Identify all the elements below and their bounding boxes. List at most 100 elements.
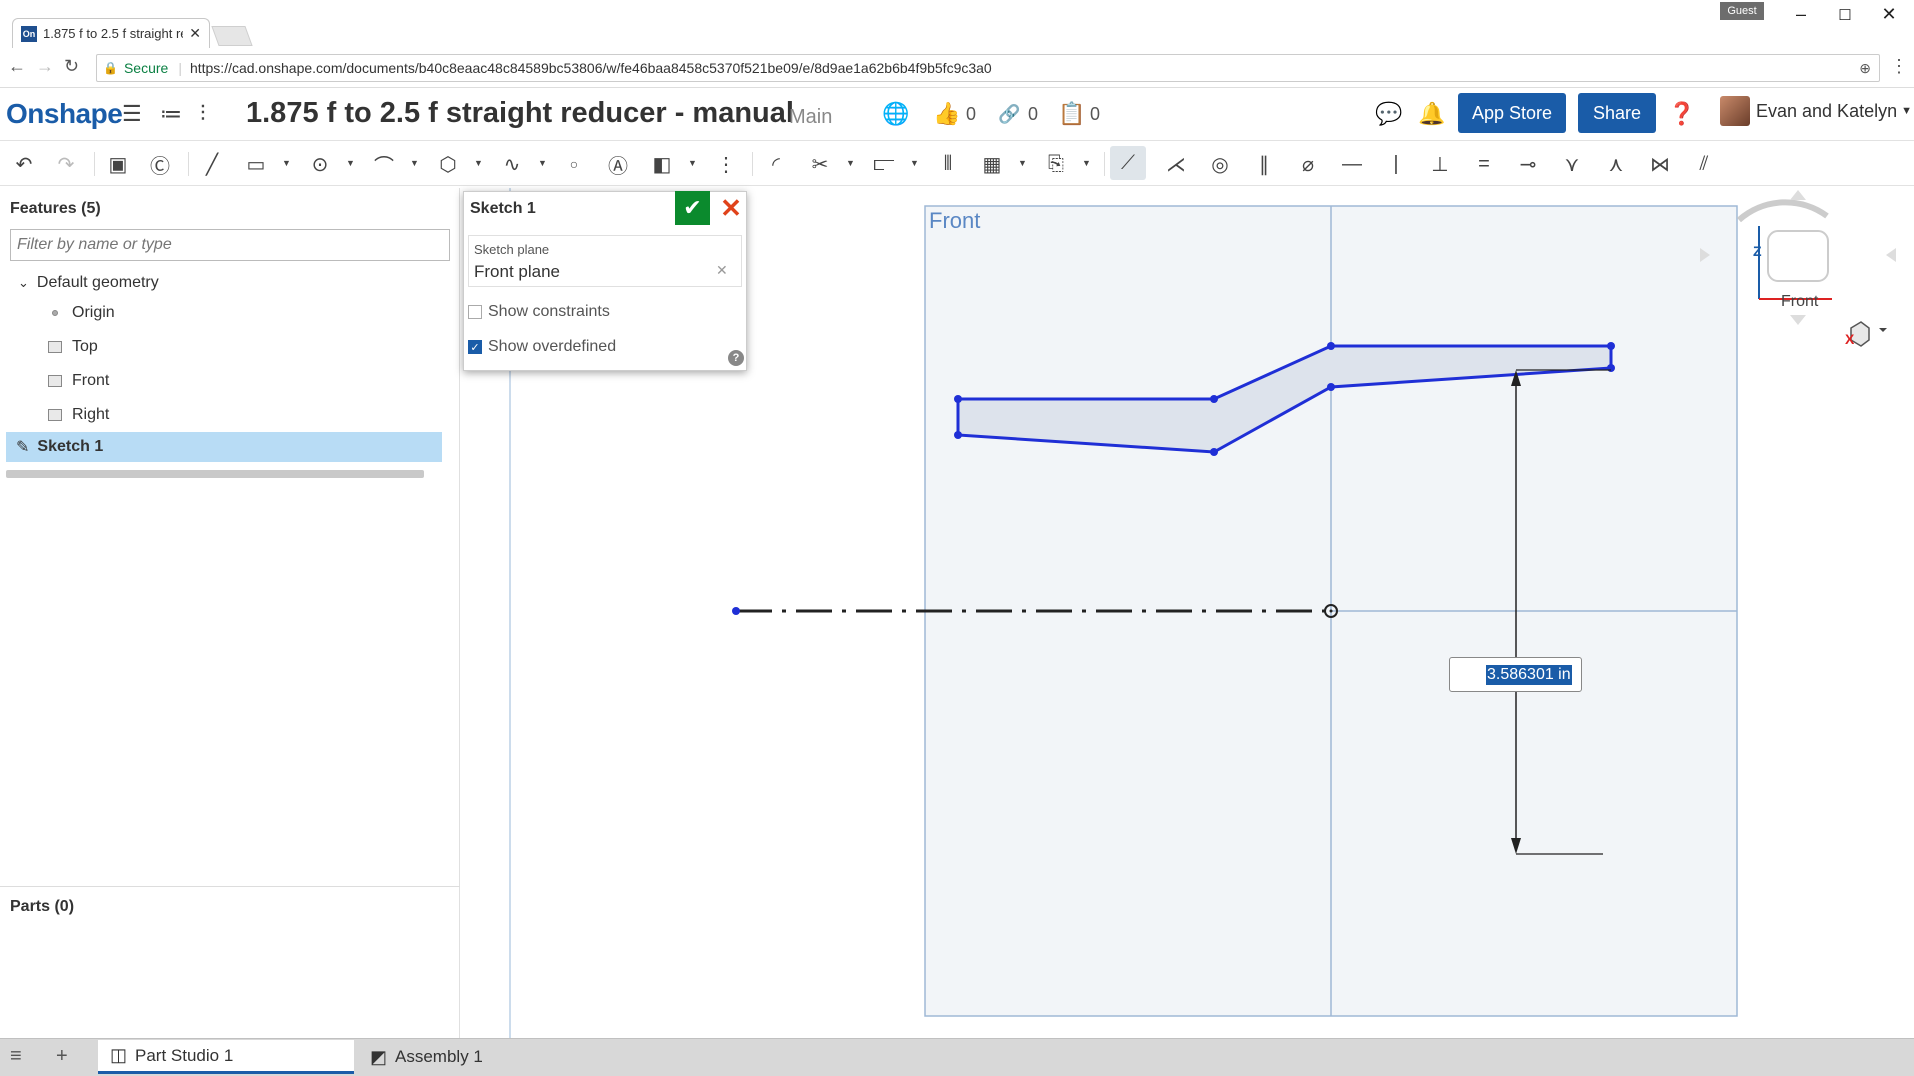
minimize-icon[interactable]: – xyxy=(1778,4,1824,25)
normal-icon[interactable]: ⋎ xyxy=(1558,150,1586,178)
back-arrow-icon[interactable]: ← xyxy=(8,56,26,77)
globe-icon[interactable]: 🌐 xyxy=(882,101,909,127)
sketch-fillet-icon[interactable]: ◜ xyxy=(762,150,790,178)
vertical-icon[interactable]: | xyxy=(1382,150,1410,178)
like-icon[interactable]: 👍 xyxy=(933,101,960,127)
centerline-endpoint xyxy=(732,607,740,615)
insert-icon[interactable]: ⫶ xyxy=(200,101,206,127)
tangent-icon[interactable]: ⌀ xyxy=(1294,150,1322,178)
text-tool-icon[interactable]: Ⓐ xyxy=(604,150,632,178)
mirror-tool-icon[interactable]: ⫴ xyxy=(934,150,962,178)
close-icon: ✕ xyxy=(720,192,742,223)
pattern-tool-icon[interactable]: ▦ xyxy=(978,150,1006,178)
browser-menu-icon[interactable]: ⋮ xyxy=(1890,56,1908,77)
tab-assembly-1[interactable]: ◩ Assembly 1 xyxy=(358,1040,618,1074)
onshape-logo[interactable]: Onshape xyxy=(6,98,123,130)
maximize-icon[interactable]: ☐ xyxy=(1822,6,1868,24)
accept-sketch-button[interactable]: ✔ xyxy=(675,191,710,225)
help-icon[interactable]: ? xyxy=(728,350,744,366)
feature-right-plane[interactable]: Right xyxy=(48,406,109,424)
plane-icon xyxy=(48,341,62,353)
link-icon[interactable]: 🔗 xyxy=(998,104,1020,125)
dxf-import-icon[interactable]: ⎘ xyxy=(1042,150,1070,178)
user-menu[interactable]: Evan and Katelyn ▼ xyxy=(1720,96,1912,126)
feature-list-icon[interactable]: ≔ xyxy=(160,101,182,127)
construction-icon[interactable]: ⋮ xyxy=(712,150,740,178)
trim-tool-icon[interactable]: ✂ xyxy=(806,150,834,178)
point-tool-icon[interactable]: ○ xyxy=(560,150,588,178)
app-store-button[interactable]: App Store xyxy=(1458,93,1566,133)
comments-icon[interactable]: 💬 xyxy=(1375,101,1402,127)
feature-sketch-1[interactable]: ✎ Sketch 1 xyxy=(6,432,442,462)
hamburger-menu-icon[interactable]: ☰ xyxy=(122,101,142,127)
origin-point-icon xyxy=(52,310,58,316)
feature-front-plane[interactable]: Front xyxy=(48,372,109,390)
browser-tab-strip: On 1.875 f to 2.5 f straight re ✕ Guest … xyxy=(0,0,1914,48)
symmetric-icon[interactable]: ⋈ xyxy=(1646,150,1674,178)
share-button[interactable]: Share xyxy=(1578,93,1656,133)
show-constraints-checkbox[interactable]: Show constraints xyxy=(468,303,610,321)
dimension-input[interactable]: 3.586301 in xyxy=(1449,657,1582,692)
link-count: 0 xyxy=(1028,104,1039,124)
feature-panel-scrollbar[interactable] xyxy=(6,470,424,478)
arc-tool-icon[interactable]: ⌒ xyxy=(370,150,398,178)
sketch-plane-label: Sketch plane xyxy=(474,242,550,257)
default-geometry-label: Default geometry xyxy=(36,274,159,291)
branch-label[interactable]: Main xyxy=(789,106,832,129)
spline-tool-icon[interactable]: ∿ xyxy=(498,150,526,178)
copy-icon[interactable]: 📋 xyxy=(1058,101,1085,127)
zoom-icon[interactable]: ⊕ xyxy=(1859,60,1871,77)
features-heading: Features (5) xyxy=(10,200,101,217)
line-tool-icon[interactable]: ╱ xyxy=(198,150,226,178)
use-icon[interactable]: Ⓒ xyxy=(146,150,174,178)
part-studio-icon: ◫ xyxy=(110,1045,128,1065)
feature-filter-input[interactable] xyxy=(10,229,450,261)
tab-manager-icon[interactable]: ≡ xyxy=(10,1045,22,1068)
concentric-icon[interactable]: ◎ xyxy=(1206,150,1234,178)
url-bar[interactable]: 🔒 Secure | https://cad.onshape.com/docum… xyxy=(96,54,1880,82)
fix-icon[interactable]: ⫽ xyxy=(1690,150,1718,178)
offset-tool-icon[interactable]: ⫍ xyxy=(870,150,898,178)
reload-icon[interactable]: ↻ xyxy=(64,56,79,77)
document-title[interactable]: 1.875 f to 2.5 f straight reducer - manu… xyxy=(246,97,794,130)
clear-plane-icon[interactable]: ✕ xyxy=(716,262,728,279)
plane-label-front: Front xyxy=(929,208,981,233)
perpendicular-icon[interactable]: ⊥ xyxy=(1426,150,1454,178)
midpoint-icon[interactable]: ⊸ xyxy=(1514,150,1542,178)
viewcube-face xyxy=(1767,230,1829,282)
undo-icon[interactable]: ↶ xyxy=(10,150,38,178)
circle-tool-icon[interactable]: ⊙ xyxy=(306,150,334,178)
pencil-icon: ✎ xyxy=(16,439,30,456)
browser-tab[interactable]: On 1.875 f to 2.5 f straight re ✕ xyxy=(12,18,210,48)
parallel-icon[interactable]: ∥ xyxy=(1250,150,1278,178)
close-window-icon[interactable]: ✕ xyxy=(1866,4,1912,25)
feature-top-plane[interactable]: Top xyxy=(48,338,98,356)
chevron-down-icon: ⌄ xyxy=(18,275,29,290)
viewcube-front-label[interactable]: Front xyxy=(1781,293,1818,311)
axis-z-label: Z xyxy=(1753,243,1762,259)
feature-origin[interactable]: Origin xyxy=(48,304,115,322)
new-tab-button[interactable] xyxy=(211,26,253,46)
close-tab-icon[interactable]: ✕ xyxy=(189,25,201,42)
redo-icon[interactable]: ↷ xyxy=(52,150,80,178)
viewcube-rotate-arc xyxy=(1737,199,1829,223)
forward-arrow-icon[interactable]: → xyxy=(36,56,54,77)
new-sketch-icon[interactable]: ▣ xyxy=(104,150,132,178)
coincident-icon[interactable]: ⋌ xyxy=(1162,150,1190,178)
dimension-tool-icon[interactable]: ⟋ xyxy=(1110,146,1146,180)
add-tab-icon[interactable]: + xyxy=(56,1045,68,1068)
default-geometry-group[interactable]: ⌄ Default geometry xyxy=(18,274,159,292)
notifications-bell-icon[interactable]: 🔔 xyxy=(1418,101,1445,127)
rectangle-tool-icon[interactable]: ▭ xyxy=(242,150,270,178)
fillet-tool-icon[interactable]: ◧ xyxy=(648,150,676,178)
show-overdefined-checkbox[interactable]: ✓ Show overdefined xyxy=(468,338,616,356)
cancel-sketch-button[interactable]: ✕ xyxy=(717,193,745,223)
help-icon[interactable]: ❓ xyxy=(1668,101,1695,127)
tab-part-studio-1[interactable]: ◫ Part Studio 1 xyxy=(98,1040,354,1074)
sketch-dialog-title: Sketch 1 xyxy=(470,200,536,217)
horizontal-icon[interactable]: — xyxy=(1338,150,1366,178)
equal-icon[interactable]: = xyxy=(1470,150,1498,178)
assembly-icon: ◩ xyxy=(370,1046,388,1067)
polygon-tool-icon[interactable]: ⬡ xyxy=(434,150,462,178)
pierce-icon[interactable]: ⋏ xyxy=(1602,150,1630,178)
